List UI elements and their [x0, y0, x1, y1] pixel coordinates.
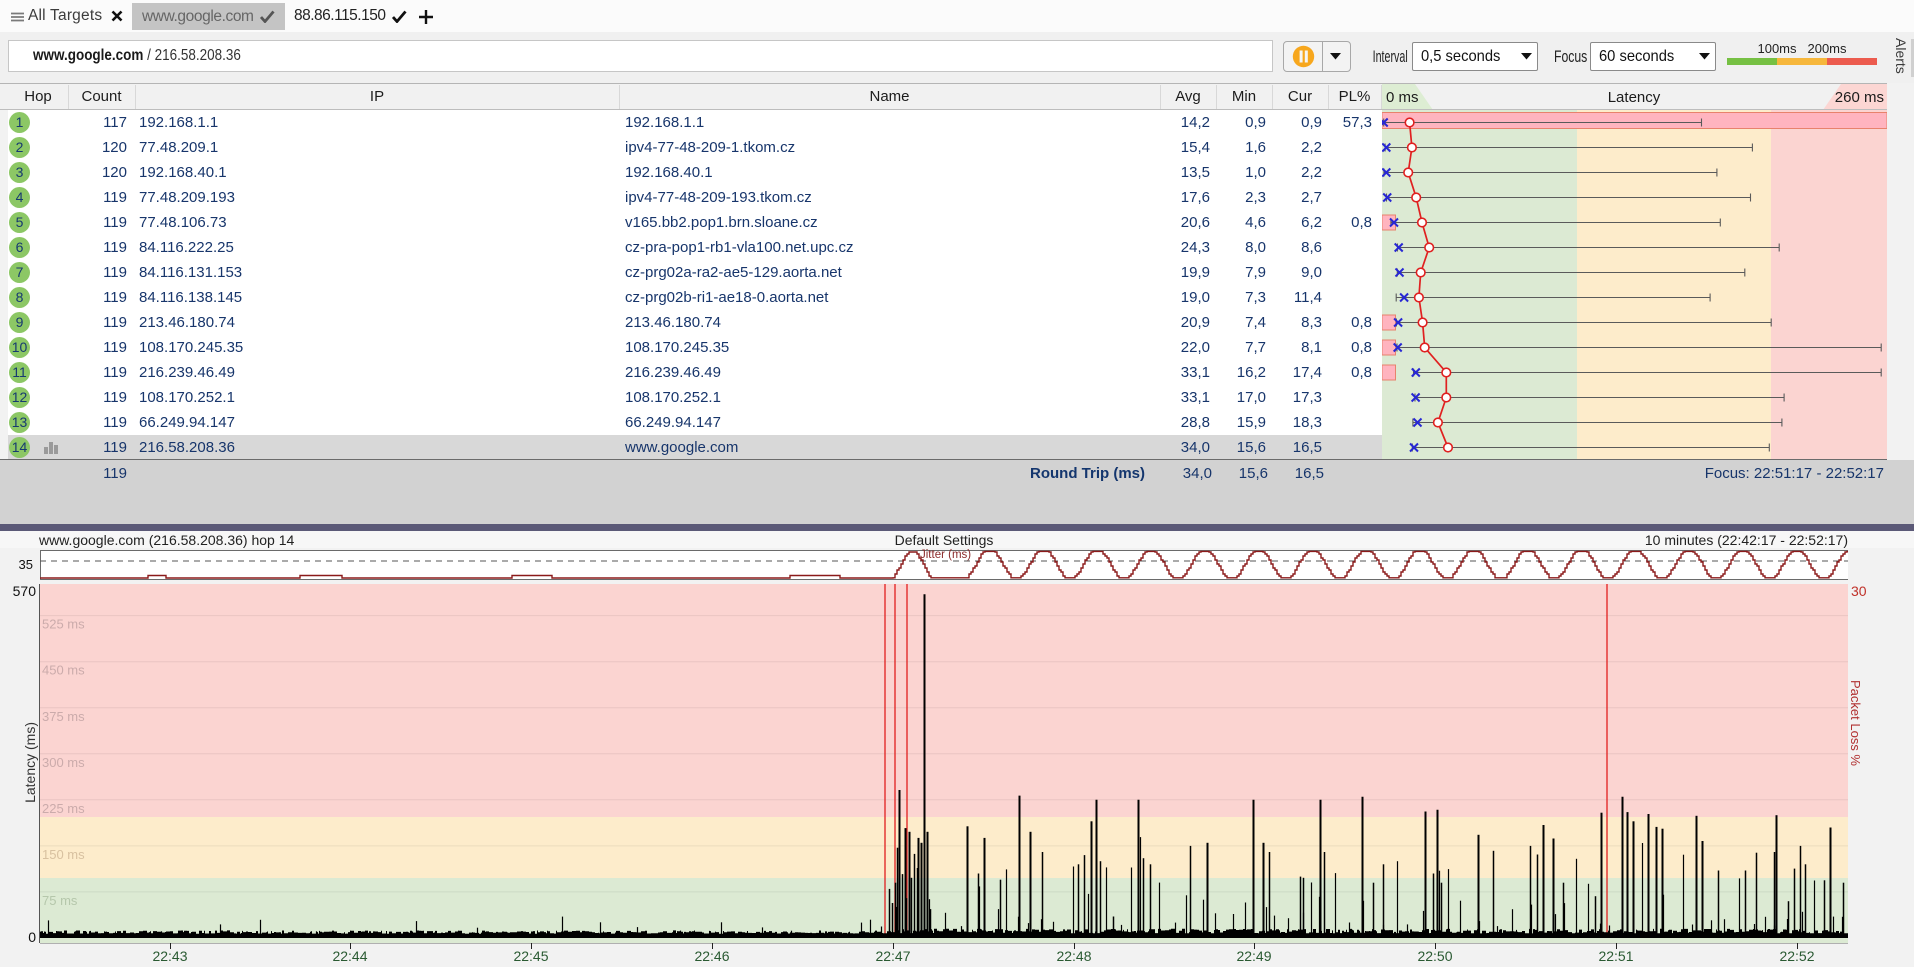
svg-text:Latency: Latency — [1608, 89, 1661, 106]
svg-text:0 ms: 0 ms — [1386, 89, 1419, 106]
svg-text:450 ms: 450 ms — [42, 663, 85, 678]
svg-text:525 ms: 525 ms — [42, 617, 85, 632]
svg-text:225 ms: 225 ms — [42, 801, 85, 816]
svg-text:300 ms: 300 ms — [42, 755, 85, 770]
svg-text:260 ms: 260 ms — [1835, 89, 1884, 106]
svg-text:75 ms: 75 ms — [42, 893, 78, 908]
svg-text:375 ms: 375 ms — [42, 709, 85, 724]
svg-text:150 ms: 150 ms — [42, 847, 85, 862]
